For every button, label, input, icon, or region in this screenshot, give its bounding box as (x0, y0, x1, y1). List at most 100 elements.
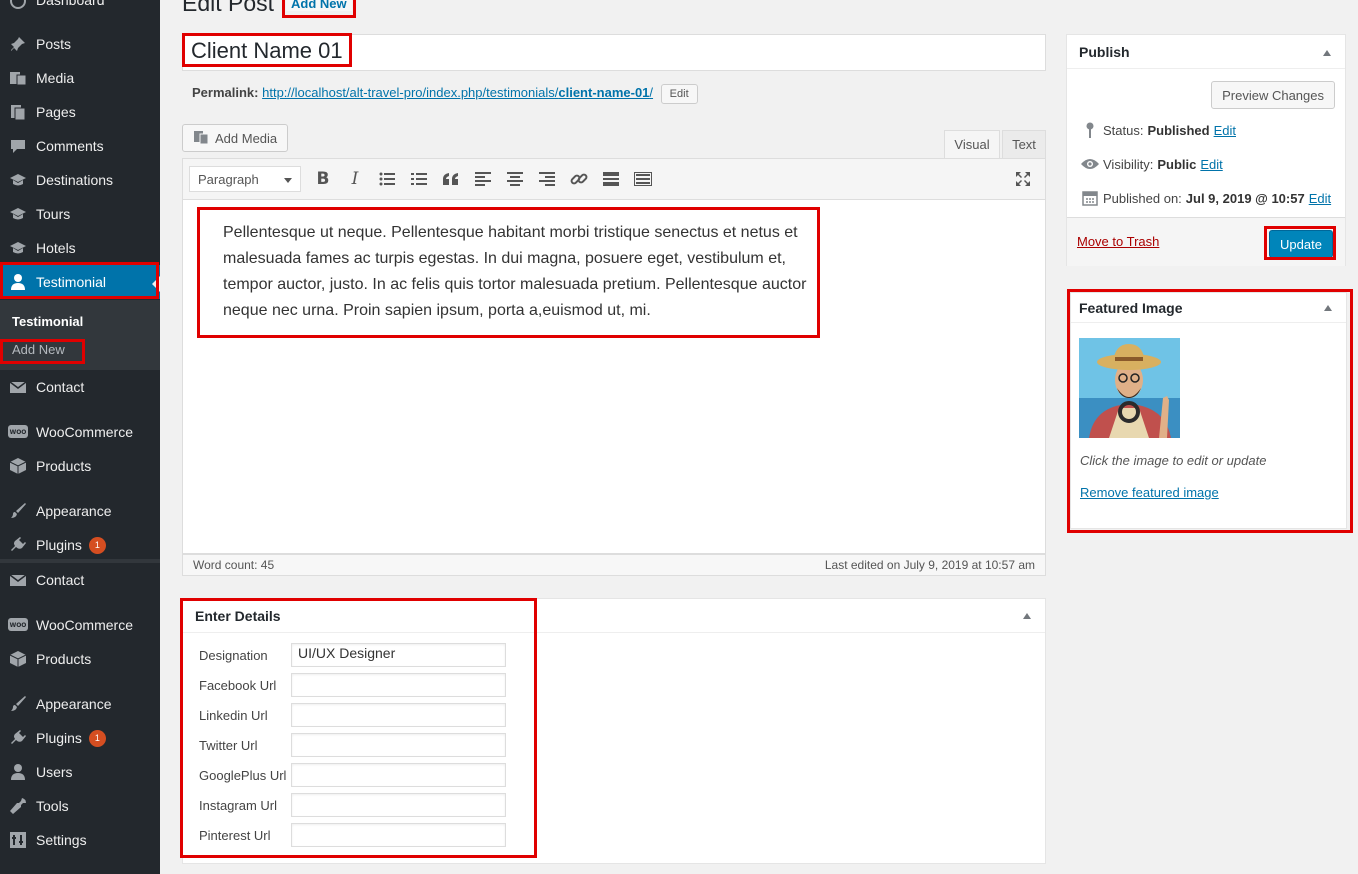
pin-icon (0, 35, 36, 53)
sidebar-item-tours[interactable]: Tours (0, 197, 160, 231)
sidebar-item-dashboard[interactable]: Dashboard (0, 0, 160, 17)
featured-image-title[interactable]: Featured Image (1071, 293, 1346, 323)
move-to-trash-link[interactable]: Move to Trash (1077, 234, 1159, 249)
permalink-link[interactable]: http://localhost/alt-travel-pro/index.ph… (262, 85, 653, 100)
enter-details-title[interactable]: Enter Details (183, 599, 1045, 633)
googleplus-url-input[interactable] (291, 763, 506, 787)
sidebar-item-appearance[interactable]: Appearance (0, 687, 160, 721)
sidebar-item-tools[interactable]: Tools (0, 789, 160, 823)
align-left-button[interactable] (467, 165, 499, 193)
bold-button[interactable]: B (307, 165, 339, 193)
sidebar-item-woocommerce[interactable]: WOO WooCommerce (0, 608, 160, 642)
permalink-edit-button[interactable]: Edit (660, 84, 698, 104)
sidebar-item-hotels[interactable]: Hotels (0, 231, 160, 265)
blockquote-button[interactable] (435, 165, 467, 193)
plug-icon (0, 536, 36, 554)
field-label: Instagram Url (199, 797, 278, 813)
align-left-icon (475, 172, 491, 186)
sidebar-item-products[interactable]: Products (0, 449, 160, 483)
sidebar-item-label: Pages (36, 104, 76, 120)
featured-image-thumbnail[interactable] (1079, 338, 1180, 438)
twitter-url-input[interactable] (291, 733, 506, 757)
field-label: Twitter Url (199, 737, 258, 753)
post-title-input[interactable]: Client Name 01 (182, 34, 1046, 71)
sidebar-item-posts[interactable]: Posts (0, 27, 160, 61)
remove-featured-image-link[interactable]: Remove featured image (1080, 485, 1219, 500)
format-select[interactable]: Paragraph (189, 166, 301, 192)
fullscreen-button[interactable] (1007, 165, 1039, 193)
editor-content-area[interactable]: Pellentesque ut neque. Pellentesque habi… (182, 200, 1046, 554)
publish-visibility-row: Visibility: Public Edit (1077, 154, 1223, 174)
tab-visual[interactable]: Visual (944, 130, 1000, 158)
sidebar-item-label: Contact (36, 379, 85, 395)
read-more-icon (603, 172, 619, 186)
plugins-update-badge: 1 (88, 536, 106, 554)
add-media-button[interactable]: Add Media (182, 124, 289, 152)
sidebar-item-label: Contact (36, 572, 85, 588)
sidebar-item-label: Dashboard (36, 0, 105, 8)
align-center-icon (507, 172, 523, 186)
sidebar-item-contact[interactable]: Contact (0, 563, 160, 597)
sidebar-item-plugins[interactable]: Plugins 1 (0, 721, 160, 755)
insert-link-button[interactable] (563, 165, 595, 193)
collapse-arrow-icon[interactable] (1324, 305, 1332, 311)
last-edited: Last edited on July 9, 2019 at 10:57 am (824, 558, 1035, 572)
sidebar-item-plugins[interactable]: Plugins 1 (0, 528, 160, 562)
toolbar-toggle-button[interactable] (627, 165, 659, 193)
admin-sidebar: Dashboard Posts Media Pages Comments Des… (0, 0, 160, 874)
svg-text:WOO: WOO (10, 622, 27, 629)
comment-icon (0, 137, 36, 155)
read-more-button[interactable] (595, 165, 627, 193)
collapse-arrow-icon[interactable] (1323, 50, 1331, 56)
sidebar-item-products[interactable]: Products (0, 642, 160, 676)
sidebar-item-label: Testimonial (36, 274, 107, 290)
bullet-list-button[interactable] (371, 165, 403, 193)
sidebar-item-label: Destinations (36, 172, 114, 188)
designation-input[interactable]: UI/UX Designer (291, 643, 506, 667)
editor-content-text[interactable]: Pellentesque ut neque. Pellentesque habi… (223, 220, 808, 324)
content-editor: Add Media Visual Text Paragraph B I Pell… (182, 104, 1046, 576)
bullet-list-icon (379, 172, 395, 186)
instagram-url-input[interactable] (291, 793, 506, 817)
permalink-base: http://localhost/alt-travel-pro/index.ph… (262, 85, 559, 100)
add-new-button[interactable]: Add New (286, 0, 352, 11)
pin-icon (1077, 122, 1103, 138)
visibility-edit-link[interactable]: Edit (1200, 157, 1222, 172)
sidebar-item-media[interactable]: Media (0, 61, 160, 95)
collapse-arrow-icon[interactable] (1023, 613, 1031, 619)
numbered-list-button[interactable] (403, 165, 435, 193)
field-instagram-url: Instagram Url (199, 793, 506, 817)
sidebar-item-appearance[interactable]: Appearance (0, 494, 160, 528)
italic-button[interactable]: I (339, 165, 371, 193)
tab-text[interactable]: Text (1002, 130, 1046, 158)
sidebar-item-destinations[interactable]: Destinations (0, 163, 160, 197)
pinterest-url-input[interactable] (291, 823, 506, 847)
publish-title[interactable]: Publish (1067, 35, 1345, 69)
field-label: Linkedin Url (199, 707, 268, 723)
sidebar-item-settings[interactable]: Settings (0, 823, 160, 857)
update-button[interactable]: Update (1269, 230, 1333, 258)
submenu-item-add-new[interactable]: Add New (12, 342, 65, 357)
facebook-url-input[interactable] (291, 673, 506, 697)
sidebar-item-label: Plugins (36, 537, 82, 553)
align-center-button[interactable] (499, 165, 531, 193)
status-edit-link[interactable]: Edit (1214, 123, 1236, 138)
published-on-edit-link[interactable]: Edit (1309, 191, 1331, 206)
linkedin-url-input[interactable] (291, 703, 506, 727)
sidebar-item-users[interactable]: Users (0, 755, 160, 789)
sidebar-item-testimonial[interactable]: Testimonial (0, 265, 160, 299)
box-icon (0, 457, 36, 475)
sidebar-item-pages[interactable]: Pages (0, 95, 160, 129)
mortarboard-icon (0, 205, 36, 223)
submenu-item-testimonial[interactable]: Testimonial (12, 314, 83, 329)
align-right-button[interactable] (531, 165, 563, 193)
sidebar-item-contact[interactable]: Contact (0, 370, 160, 404)
permalink-row: Permalink: http://localhost/alt-travel-p… (192, 84, 698, 104)
numbered-list-icon (411, 173, 427, 185)
sidebar-item-woocommerce[interactable]: WOO WooCommerce (0, 415, 160, 449)
testimonial-submenu: Testimonial Add New (0, 300, 160, 370)
format-select-value: Paragraph (198, 171, 259, 187)
page-title: Edit Post (182, 0, 275, 16)
sidebar-item-comments[interactable]: Comments (0, 129, 160, 163)
preview-changes-button[interactable]: Preview Changes (1211, 81, 1335, 109)
